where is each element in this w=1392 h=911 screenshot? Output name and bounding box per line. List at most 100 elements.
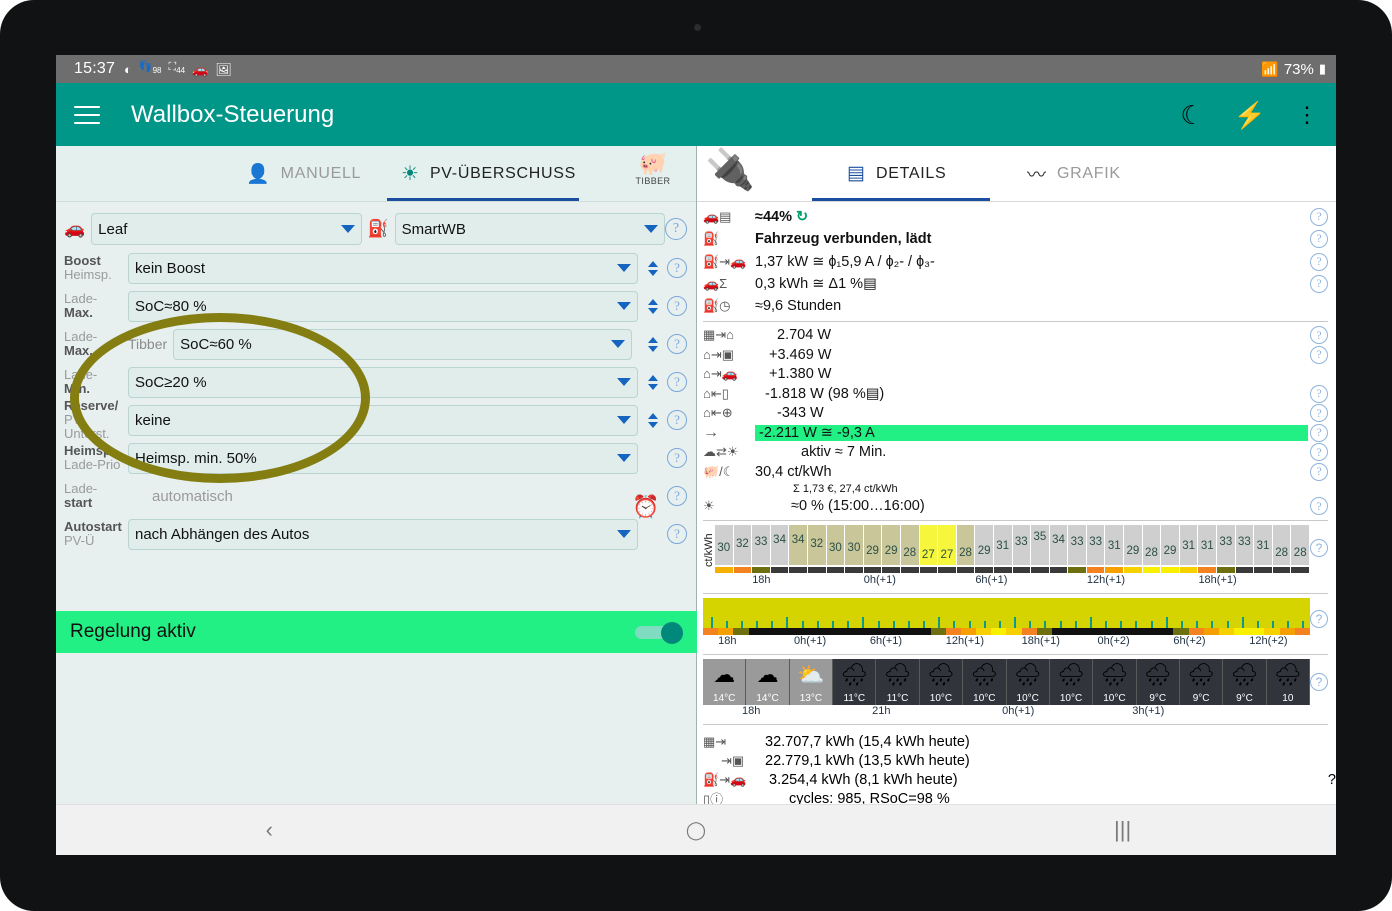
price-chart-bars[interactable]: 30 32 33 34 34 32 30 30 29 29 28 27 27 28 29 31 33 35 34 33… xyxy=(715,525,1310,565)
refresh-icon[interactable]: ↻ xyxy=(796,209,808,225)
price-bar[interactable]: 33 xyxy=(1235,525,1255,565)
price-bar[interactable]: 31 xyxy=(1254,525,1273,565)
overflow-icon[interactable]: ⋮ xyxy=(1296,103,1318,126)
reserve-stepper[interactable] xyxy=(643,412,662,428)
tibber-button[interactable]: 🐖 TIBBER xyxy=(624,152,682,187)
help-icon[interactable]: ? xyxy=(667,258,687,278)
price-bar[interactable]: 30 xyxy=(845,525,864,565)
lade-max-stepper[interactable] xyxy=(643,298,662,314)
lade-start-field[interactable]: automatisch ⏰ xyxy=(128,481,659,518)
help-icon[interactable]: ? xyxy=(1310,384,1328,403)
help-icon[interactable]: ? xyxy=(1310,345,1328,364)
autostart-select[interactable]: nach Abhängen des Autos xyxy=(128,518,638,550)
price-bar[interactable]: 27 xyxy=(919,525,939,565)
weather-cell[interactable]: 🌧 10°C xyxy=(919,659,964,705)
tab-manuell[interactable]: 👤 MANUELL xyxy=(246,162,361,186)
tab-grafik[interactable]: 〰 GRAFIK xyxy=(1027,160,1121,187)
help-icon[interactable]: ? xyxy=(665,218,687,240)
reserve-select[interactable]: keine xyxy=(128,404,638,436)
price-bar[interactable]: 35 xyxy=(1031,525,1050,565)
price-bar[interactable]: 31 xyxy=(1198,525,1218,565)
price-bar[interactable]: 31 xyxy=(1105,525,1125,565)
price-bar[interactable]: 30 xyxy=(826,525,846,565)
boost-stepper[interactable] xyxy=(643,260,662,276)
help-icon[interactable]: ? xyxy=(667,524,687,544)
help-icon[interactable]: ? xyxy=(1310,274,1328,293)
price-bar[interactable]: 28 xyxy=(1291,525,1310,565)
weather-cell[interactable]: 🌧 9°C xyxy=(1136,659,1180,705)
weather-cell[interactable]: 🌧 11°C xyxy=(833,659,877,705)
lade-max-tibber-select[interactable]: SoC≈60 % xyxy=(173,328,632,360)
lade-max-tibber-stepper[interactable] xyxy=(643,336,662,352)
back-icon[interactable]: ‹ xyxy=(58,817,480,843)
moon-icon[interactable]: ☾ xyxy=(1180,102,1203,128)
price-bar[interactable]: 32 xyxy=(807,525,827,565)
weather-cell[interactable]: 🌧 9°C xyxy=(1223,659,1267,705)
recents-icon[interactable]: ||| xyxy=(911,817,1333,843)
help-icon[interactable]: ? xyxy=(1310,610,1328,628)
help-icon[interactable]: ? xyxy=(1310,539,1328,557)
price-bar[interactable]: 32 xyxy=(733,525,753,565)
home-icon[interactable]: ◯ xyxy=(485,820,907,841)
price-bar[interactable]: 29 xyxy=(882,525,901,565)
help-icon[interactable]: ? xyxy=(1310,443,1328,462)
price-bar[interactable]: 33 xyxy=(1217,525,1236,565)
price-bar[interactable]: 29 xyxy=(863,525,883,565)
weather-cell[interactable]: ☁ 14°C xyxy=(703,659,747,705)
hamburger-icon[interactable] xyxy=(74,105,100,124)
help-icon[interactable]: ? xyxy=(1310,252,1328,271)
price-bar[interactable]: 30 xyxy=(715,525,734,565)
weather-cell[interactable]: 🌧 10 xyxy=(1266,659,1311,705)
price-bar[interactable]: 33 xyxy=(1012,525,1032,565)
boost-select[interactable]: kein Boost xyxy=(128,252,638,284)
weather-cell[interactable]: ☁ 14°C xyxy=(746,659,790,705)
weather-cell[interactable]: 🌧 9°C xyxy=(1179,659,1224,705)
help-icon[interactable]: ? xyxy=(667,486,687,506)
price-bar[interactable]: 34 xyxy=(1049,525,1069,565)
help-icon[interactable]: ? xyxy=(1310,229,1328,248)
regelung-aktiv-row[interactable]: Regelung aktiv xyxy=(56,611,697,653)
price-bar[interactable]: 34 xyxy=(789,525,808,565)
help-icon[interactable]: ? xyxy=(667,448,687,468)
help-icon[interactable]: ? xyxy=(1310,404,1328,423)
weather-cell[interactable]: 🌧 11°C xyxy=(876,659,920,705)
weather-cell[interactable]: 🌧 10°C xyxy=(963,659,1007,705)
price-bar[interactable]: 28 xyxy=(1272,525,1292,565)
price-bar[interactable]: 33 xyxy=(1068,525,1087,565)
regelung-toggle[interactable] xyxy=(635,622,683,644)
help-icon[interactable]: ? xyxy=(667,410,687,430)
price-bar[interactable]: 28 xyxy=(1142,525,1162,565)
weather-cell[interactable]: 🌧 10°C xyxy=(1006,659,1050,705)
help-icon[interactable]: ? xyxy=(1310,673,1328,691)
price-bar[interactable]: 33 xyxy=(1086,525,1106,565)
help-icon[interactable]: ? xyxy=(667,334,687,354)
vehicle-select[interactable]: Leaf xyxy=(91,213,362,245)
help-icon[interactable]: ? xyxy=(1310,497,1328,516)
weather-cell[interactable]: 🌧 10°C xyxy=(1049,659,1094,705)
lade-max-select[interactable]: SoC≈80 % xyxy=(128,290,638,322)
price-bar[interactable]: 29 xyxy=(1161,525,1180,565)
help-icon[interactable]: ? xyxy=(667,296,687,316)
help-icon[interactable]: ? xyxy=(1310,462,1328,481)
price-bar[interactable]: 27 xyxy=(938,525,957,565)
help-icon[interactable]: ? xyxy=(1310,423,1328,442)
price-bar[interactable]: 28 xyxy=(900,525,920,565)
help-icon[interactable]: ? xyxy=(667,372,687,392)
wallbox-select[interactable]: SmartWB xyxy=(394,213,665,245)
weather-cell[interactable]: 🌧 10°C xyxy=(1093,659,1137,705)
bolt-icon[interactable]: ⚡ xyxy=(1234,102,1266,128)
price-bar[interactable]: 34 xyxy=(770,525,790,565)
price-bar[interactable]: 31 xyxy=(993,525,1013,565)
heimsp-prio-select[interactable]: Heimsp. min. 50% xyxy=(128,442,638,474)
help-icon[interactable]: ? xyxy=(1310,326,1328,345)
price-bar[interactable]: 29 xyxy=(1124,525,1143,565)
help-icon[interactable]: ? xyxy=(1310,207,1328,226)
weather-cell[interactable]: ⛅ 13°C xyxy=(789,659,834,705)
price-bar[interactable]: 28 xyxy=(956,525,976,565)
price-bar[interactable]: 33 xyxy=(752,525,771,565)
help-icon[interactable]: ? xyxy=(1328,772,1336,788)
tab-pv-ueberschuss[interactable]: ☀ PV-ÜBERSCHUSS xyxy=(401,161,576,186)
lade-min-stepper[interactable] xyxy=(643,374,662,390)
tab-details[interactable]: ▤ DETAILS xyxy=(847,162,946,185)
price-bar[interactable]: 31 xyxy=(1179,525,1199,565)
